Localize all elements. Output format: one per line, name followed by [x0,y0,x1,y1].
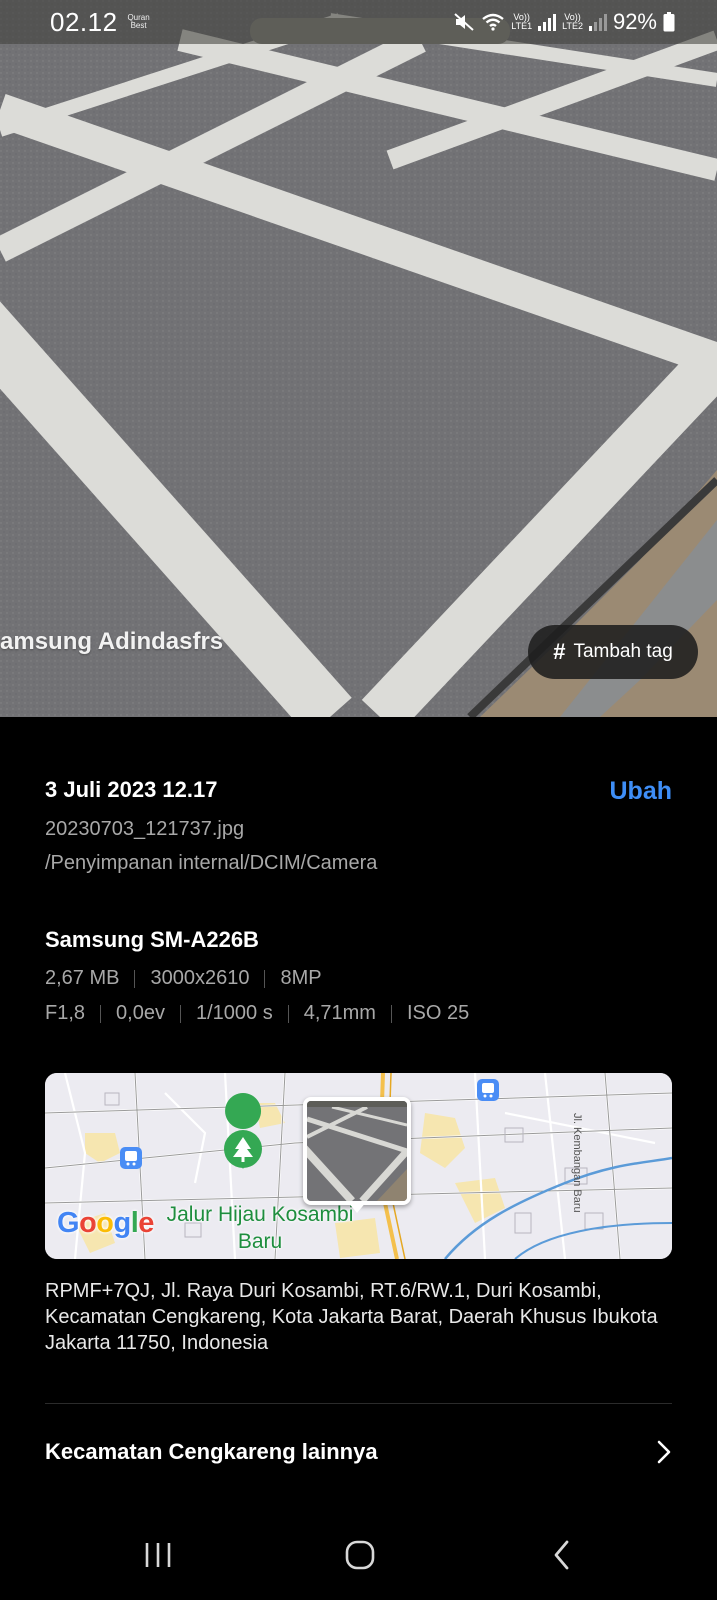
map-street-label: Jl. Kembangan Baru [571,1113,583,1213]
back-button[interactable] [512,1510,612,1600]
status-time: 02.12 [50,6,118,37]
location-map[interactable]: Jl. Kembangan Baru Jalur Hijau Kosambi B… [45,1073,672,1259]
iso: ISO 25 [406,1002,470,1024]
home-button[interactable] [310,1510,410,1600]
divider [134,969,136,988]
shutter-speed: 1/1000 s [195,1002,273,1024]
recent-apps-button[interactable] [108,1510,208,1600]
file-size: 2,67 MB [45,967,120,989]
battery-icon [663,12,675,32]
megapixels: 8MP [280,967,322,989]
divider [100,1004,102,1023]
wifi-icon [482,13,505,31]
add-tag-label: Tambah tag [573,641,673,662]
file-path: /Penyimpanan internal/DCIM/Camera [45,852,378,874]
device-name: Samsung SM-A226B [45,927,259,952]
divider [179,1004,181,1023]
google-logo: Google [57,1207,154,1239]
divider [264,969,266,988]
home-icon [345,1540,375,1570]
more-from-location-link[interactable]: Kecamatan Cengkareng lainnya [45,1434,672,1470]
focal-length: 4,71mm [303,1002,376,1024]
map-poi-label: Jalur Hijau Kosambi Baru [166,1203,354,1253]
mute-icon [454,13,474,31]
resolution: 3000x2610 [150,967,250,989]
section-divider [45,1403,672,1404]
photo-viewer[interactable]: 02.12 Quran Best Vo)) LTE1 Vo)) LTE2 92%… [0,0,717,717]
map-pointer [347,1201,367,1213]
file-specs: 2,67 MB 3000x2610 8MP [45,967,322,990]
divider [287,1004,289,1023]
divider [390,1004,392,1023]
aperture: F1,8 [45,1002,86,1024]
signal-icon [538,13,557,31]
transit-icon [120,1147,142,1169]
back-icon [554,1540,569,1570]
file-name: 20230703_121737.jpg [45,818,245,840]
app-badge: Quran Best [127,13,150,30]
system-navigation-bar [0,1510,717,1600]
hashtag-icon: # [553,639,566,664]
add-tag-button[interactable]: # Tambah tag [528,625,698,679]
sim2-indicator: Vo)) LTE2 [562,12,583,31]
more-from-location-label: Kecamatan Cengkareng lainnya [45,1439,378,1464]
status-bar: 02.12 Quran Best Vo)) LTE1 Vo)) LTE2 92% [0,0,717,44]
photo-date-time: 3 Juli 2023 12.17 [45,777,218,802]
map-photo-thumbnail [303,1097,411,1205]
sim1-indicator: Vo)) LTE1 [511,12,533,31]
chevron-right-icon [657,1440,671,1464]
recent-apps-icon [145,1543,171,1567]
transit-icon [477,1079,499,1101]
exposure-value: 0,0ev [116,1002,165,1024]
signal-icon [588,13,607,31]
battery-percent: 92% [612,9,657,34]
location-address: RPMF+7QJ, Jl. Raya Duri Kosambi, RT.6/RW… [45,1280,658,1354]
photo-image [0,0,717,717]
photo-watermark: amsung Adindasfrs [0,628,224,655]
camera-specs: F1,8 0,0ev 1/1000 s 4,71mm ISO 25 [45,1002,469,1025]
edit-button[interactable]: Ubah [610,777,673,806]
